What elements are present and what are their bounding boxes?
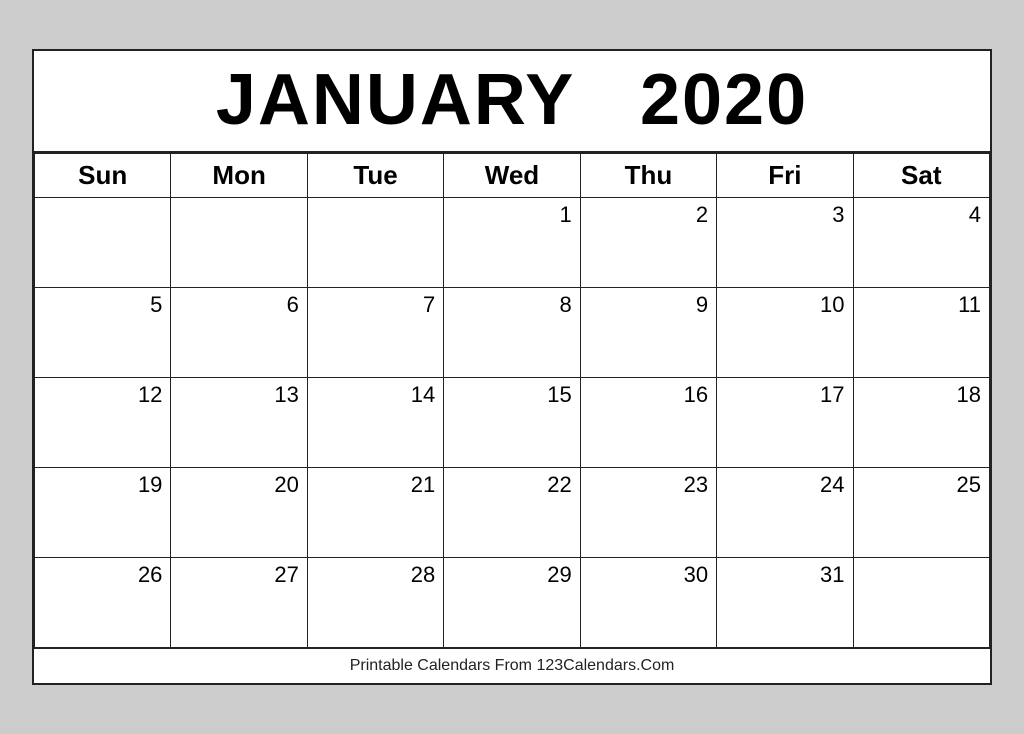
calendar-week-row: 1234 [35,197,990,287]
calendar-day[interactable]: 10 [717,287,853,377]
calendar-day[interactable]: 15 [444,377,580,467]
header-tue: Tue [307,153,443,197]
calendar-body: 1234567891011121314151617181920212223242… [35,197,990,647]
calendar-day[interactable] [853,557,989,647]
calendar-day[interactable]: 21 [307,467,443,557]
header-thu: Thu [580,153,716,197]
calendar-day[interactable]: 31 [717,557,853,647]
calendar-day[interactable]: 23 [580,467,716,557]
calendar-day[interactable]: 3 [717,197,853,287]
calendar-day[interactable]: 4 [853,197,989,287]
calendar-day[interactable]: 24 [717,467,853,557]
calendar-week-row: 567891011 [35,287,990,377]
calendar-day[interactable] [35,197,171,287]
header-sat: Sat [853,153,989,197]
calendar-day[interactable]: 13 [171,377,307,467]
calendar-day[interactable]: 12 [35,377,171,467]
calendar-day[interactable]: 14 [307,377,443,467]
calendar-day[interactable]: 27 [171,557,307,647]
calendar-day[interactable]: 1 [444,197,580,287]
calendar-day[interactable]: 20 [171,467,307,557]
calendar-day[interactable]: 7 [307,287,443,377]
header-sun: Sun [35,153,171,197]
calendar-day[interactable]: 6 [171,287,307,377]
calendar-grid: Sun Mon Tue Wed Thu Fri Sat 123456789101… [34,153,990,648]
calendar-day[interactable]: 18 [853,377,989,467]
calendar-week-row: 12131415161718 [35,377,990,467]
calendar-footer: Printable Calendars From 123Calendars.Co… [34,648,990,683]
calendar-day[interactable]: 11 [853,287,989,377]
header-fri: Fri [717,153,853,197]
calendar-day[interactable]: 26 [35,557,171,647]
month-label: JANUARY [216,60,574,140]
calendar-day[interactable] [307,197,443,287]
calendar-day[interactable]: 2 [580,197,716,287]
header-wed: Wed [444,153,580,197]
calendar-week-row: 262728293031 [35,557,990,647]
header-mon: Mon [171,153,307,197]
calendar-day[interactable]: 28 [307,557,443,647]
calendar-day[interactable]: 22 [444,467,580,557]
calendar-day[interactable]: 29 [444,557,580,647]
calendar-day[interactable] [171,197,307,287]
day-header-row: Sun Mon Tue Wed Thu Fri Sat [35,153,990,197]
calendar-day[interactable]: 19 [35,467,171,557]
calendar-title: JANUARY 2020 [34,51,990,152]
calendar-day[interactable]: 9 [580,287,716,377]
calendar-day[interactable]: 5 [35,287,171,377]
calendar-day[interactable]: 16 [580,377,716,467]
calendar-day[interactable]: 25 [853,467,989,557]
calendar-week-row: 19202122232425 [35,467,990,557]
calendar-day[interactable]: 8 [444,287,580,377]
year-label: 2020 [640,60,808,140]
calendar-container: JANUARY 2020 Sun Mon Tue Wed Thu Fri Sat… [32,49,992,684]
calendar-day[interactable]: 17 [717,377,853,467]
calendar-day[interactable]: 30 [580,557,716,647]
